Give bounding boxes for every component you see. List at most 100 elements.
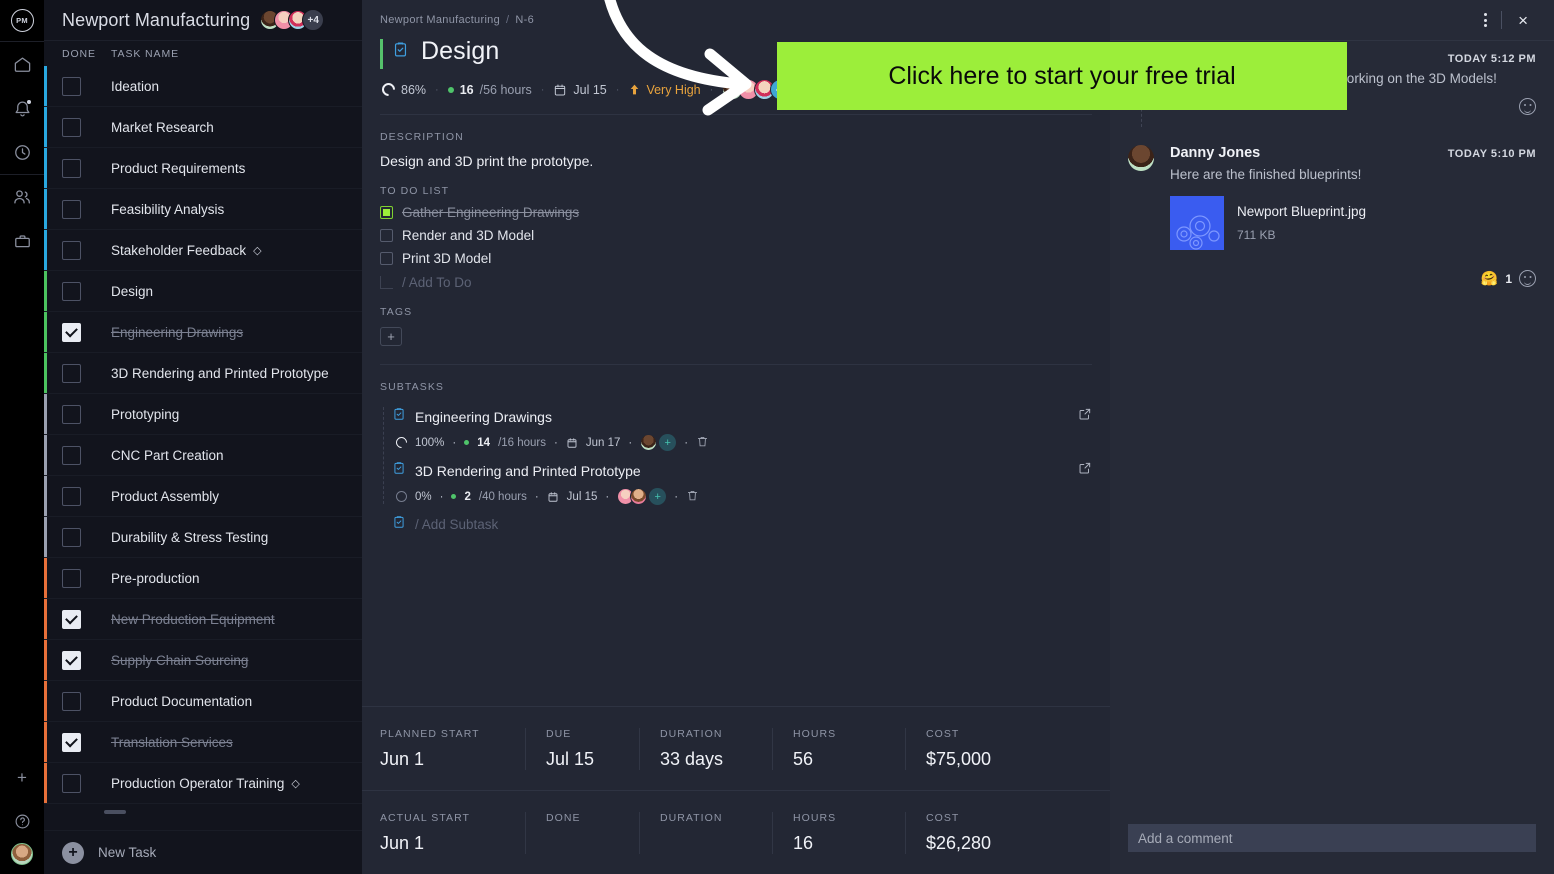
task-list-row[interactable]: Prototyping xyxy=(44,394,362,435)
task-done-cell[interactable] xyxy=(62,158,111,178)
stat-value[interactable]: $75,000 xyxy=(926,749,1049,770)
subtask-header[interactable]: 3D Rendering and Printed Prototype xyxy=(392,457,1092,484)
stat-value[interactable] xyxy=(660,833,756,854)
todo-checkbox[interactable] xyxy=(380,229,393,242)
add-subtask-button[interactable]: / Add Subtask xyxy=(392,515,1092,534)
task-done-checkbox[interactable] xyxy=(62,117,81,137)
comment-input[interactable] xyxy=(1128,824,1536,852)
stat-value[interactable]: $26,280 xyxy=(926,833,1049,854)
task-list-row[interactable]: Pre-production xyxy=(44,558,362,599)
add-subtask-assignee-button[interactable]: + xyxy=(649,488,667,505)
task-list-row[interactable]: Product Documentation xyxy=(44,681,362,722)
task-list-row[interactable]: Translation Services xyxy=(44,722,362,763)
task-done-checkbox[interactable] xyxy=(62,691,81,711)
stat-value[interactable]: Jun 1 xyxy=(380,749,509,770)
add-todo-button[interactable]: / Add To Do xyxy=(380,275,1092,290)
task-list-row[interactable]: Stakeholder Feedback ◇ xyxy=(44,230,362,271)
add-reaction-icon[interactable] xyxy=(1519,270,1536,287)
people-icon[interactable] xyxy=(0,175,44,219)
attachment[interactable]: Newport Blueprint.jpg 711 KB xyxy=(1170,196,1536,250)
task-done-cell[interactable] xyxy=(62,527,111,547)
help-icon[interactable] xyxy=(0,799,44,843)
task-done-checkbox[interactable] xyxy=(62,404,81,424)
clock-icon[interactable] xyxy=(0,130,44,174)
task-done-checkbox[interactable] xyxy=(62,76,81,96)
task-list-row[interactable]: New Production Equipment xyxy=(44,599,362,640)
add-icon[interactable]: + xyxy=(0,755,44,799)
task-done-cell[interactable] xyxy=(62,404,111,424)
briefcase-icon[interactable] xyxy=(0,219,44,263)
new-task-button[interactable]: + New Task xyxy=(44,830,362,874)
task-done-cell[interactable] xyxy=(62,773,111,793)
task-done-cell[interactable] xyxy=(62,691,111,711)
close-icon[interactable]: × xyxy=(1502,12,1540,29)
more-options-icon[interactable] xyxy=(1470,13,1501,27)
task-done-cell[interactable] xyxy=(62,240,111,260)
todo-item[interactable]: Gather Engineering Drawings xyxy=(380,205,1092,220)
todo-checkbox[interactable] xyxy=(380,252,393,265)
stat-value[interactable]: 33 days xyxy=(660,749,756,770)
todo-item[interactable]: Render and 3D Model xyxy=(380,228,1092,243)
breadcrumb-task-id[interactable]: N-6 xyxy=(515,14,534,26)
task-list-row[interactable]: Production Operator Training ◇ xyxy=(44,763,362,804)
task-done-checkbox[interactable] xyxy=(62,240,81,260)
task-done-checkbox[interactable] xyxy=(62,158,81,178)
task-done-checkbox[interactable] xyxy=(62,650,81,670)
task-done-checkbox[interactable] xyxy=(62,527,81,547)
subtask-title[interactable]: Engineering Drawings xyxy=(415,409,552,425)
task-done-cell[interactable] xyxy=(62,363,111,383)
subtask-assignees[interactable]: + xyxy=(617,488,667,505)
task-done-checkbox[interactable] xyxy=(62,773,81,793)
task-done-checkbox[interactable] xyxy=(62,445,81,465)
task-list-row[interactable]: Engineering Drawings xyxy=(44,312,362,353)
task-list-row[interactable]: Product Requirements xyxy=(44,148,362,189)
task-done-checkbox[interactable] xyxy=(62,322,81,342)
app-logo[interactable]: PM xyxy=(0,0,44,41)
stat-value[interactable]: 56 xyxy=(793,749,889,770)
task-list-row[interactable]: Feasibility Analysis xyxy=(44,189,362,230)
task-done-checkbox[interactable] xyxy=(62,609,81,629)
add-subtask-assignee-button[interactable]: + xyxy=(659,434,677,451)
user-avatar[interactable] xyxy=(11,843,33,865)
stat-value[interactable]: Jul 15 xyxy=(546,749,623,770)
add-reaction-icon[interactable] xyxy=(1519,98,1536,115)
task-list-row[interactable]: Product Assembly xyxy=(44,476,362,517)
task-list-row[interactable]: Supply Chain Sourcing xyxy=(44,640,362,681)
task-done-cell[interactable] xyxy=(62,445,111,465)
project-members[interactable]: +4 xyxy=(260,9,325,31)
due-date-meta[interactable]: Jul 15 xyxy=(553,83,607,97)
todo-item[interactable]: Print 3D Model xyxy=(380,251,1092,266)
progress-meta[interactable]: 86% xyxy=(379,80,426,99)
stat-value[interactable]: Jun 1 xyxy=(380,833,509,854)
task-done-checkbox[interactable] xyxy=(62,199,81,219)
subtask-assignees[interactable]: + xyxy=(640,434,677,451)
description-text[interactable]: Design and 3D print the prototype. xyxy=(380,153,1092,169)
task-done-cell[interactable] xyxy=(62,322,111,342)
stat-value[interactable]: 16 xyxy=(793,833,889,854)
task-done-cell[interactable] xyxy=(62,650,111,670)
task-done-cell[interactable] xyxy=(62,281,111,301)
subtask-header[interactable]: Engineering Drawings xyxy=(392,403,1092,430)
bell-icon[interactable] xyxy=(0,86,44,130)
task-done-checkbox[interactable] xyxy=(62,486,81,506)
task-done-cell[interactable] xyxy=(62,199,111,219)
open-subtask-icon[interactable] xyxy=(1078,461,1092,480)
task-done-cell[interactable] xyxy=(62,76,111,96)
task-list-row[interactable]: Design xyxy=(44,271,362,312)
free-trial-banner[interactable]: Click here to start your free trial xyxy=(777,42,1347,110)
task-done-cell[interactable] xyxy=(62,732,111,752)
add-tag-button[interactable]: + xyxy=(380,327,402,346)
todo-checkbox[interactable] xyxy=(380,206,393,219)
task-done-checkbox[interactable] xyxy=(62,281,81,301)
task-done-cell[interactable] xyxy=(62,568,111,588)
delete-subtask-icon[interactable] xyxy=(696,435,709,451)
delete-subtask-icon[interactable] xyxy=(686,489,699,505)
priority-meta[interactable]: Very High xyxy=(628,83,701,97)
avatar-overflow-badge[interactable]: +4 xyxy=(302,9,325,31)
comments-list[interactable]: TODAY 5:12 PM Thanks Danny, we will star… xyxy=(1110,41,1554,824)
task-done-cell[interactable] xyxy=(62,486,111,506)
stat-value[interactable] xyxy=(546,833,623,854)
task-list-row[interactable]: Durability & Stress Testing xyxy=(44,517,362,558)
task-done-cell[interactable] xyxy=(62,117,111,137)
open-subtask-icon[interactable] xyxy=(1078,407,1092,426)
